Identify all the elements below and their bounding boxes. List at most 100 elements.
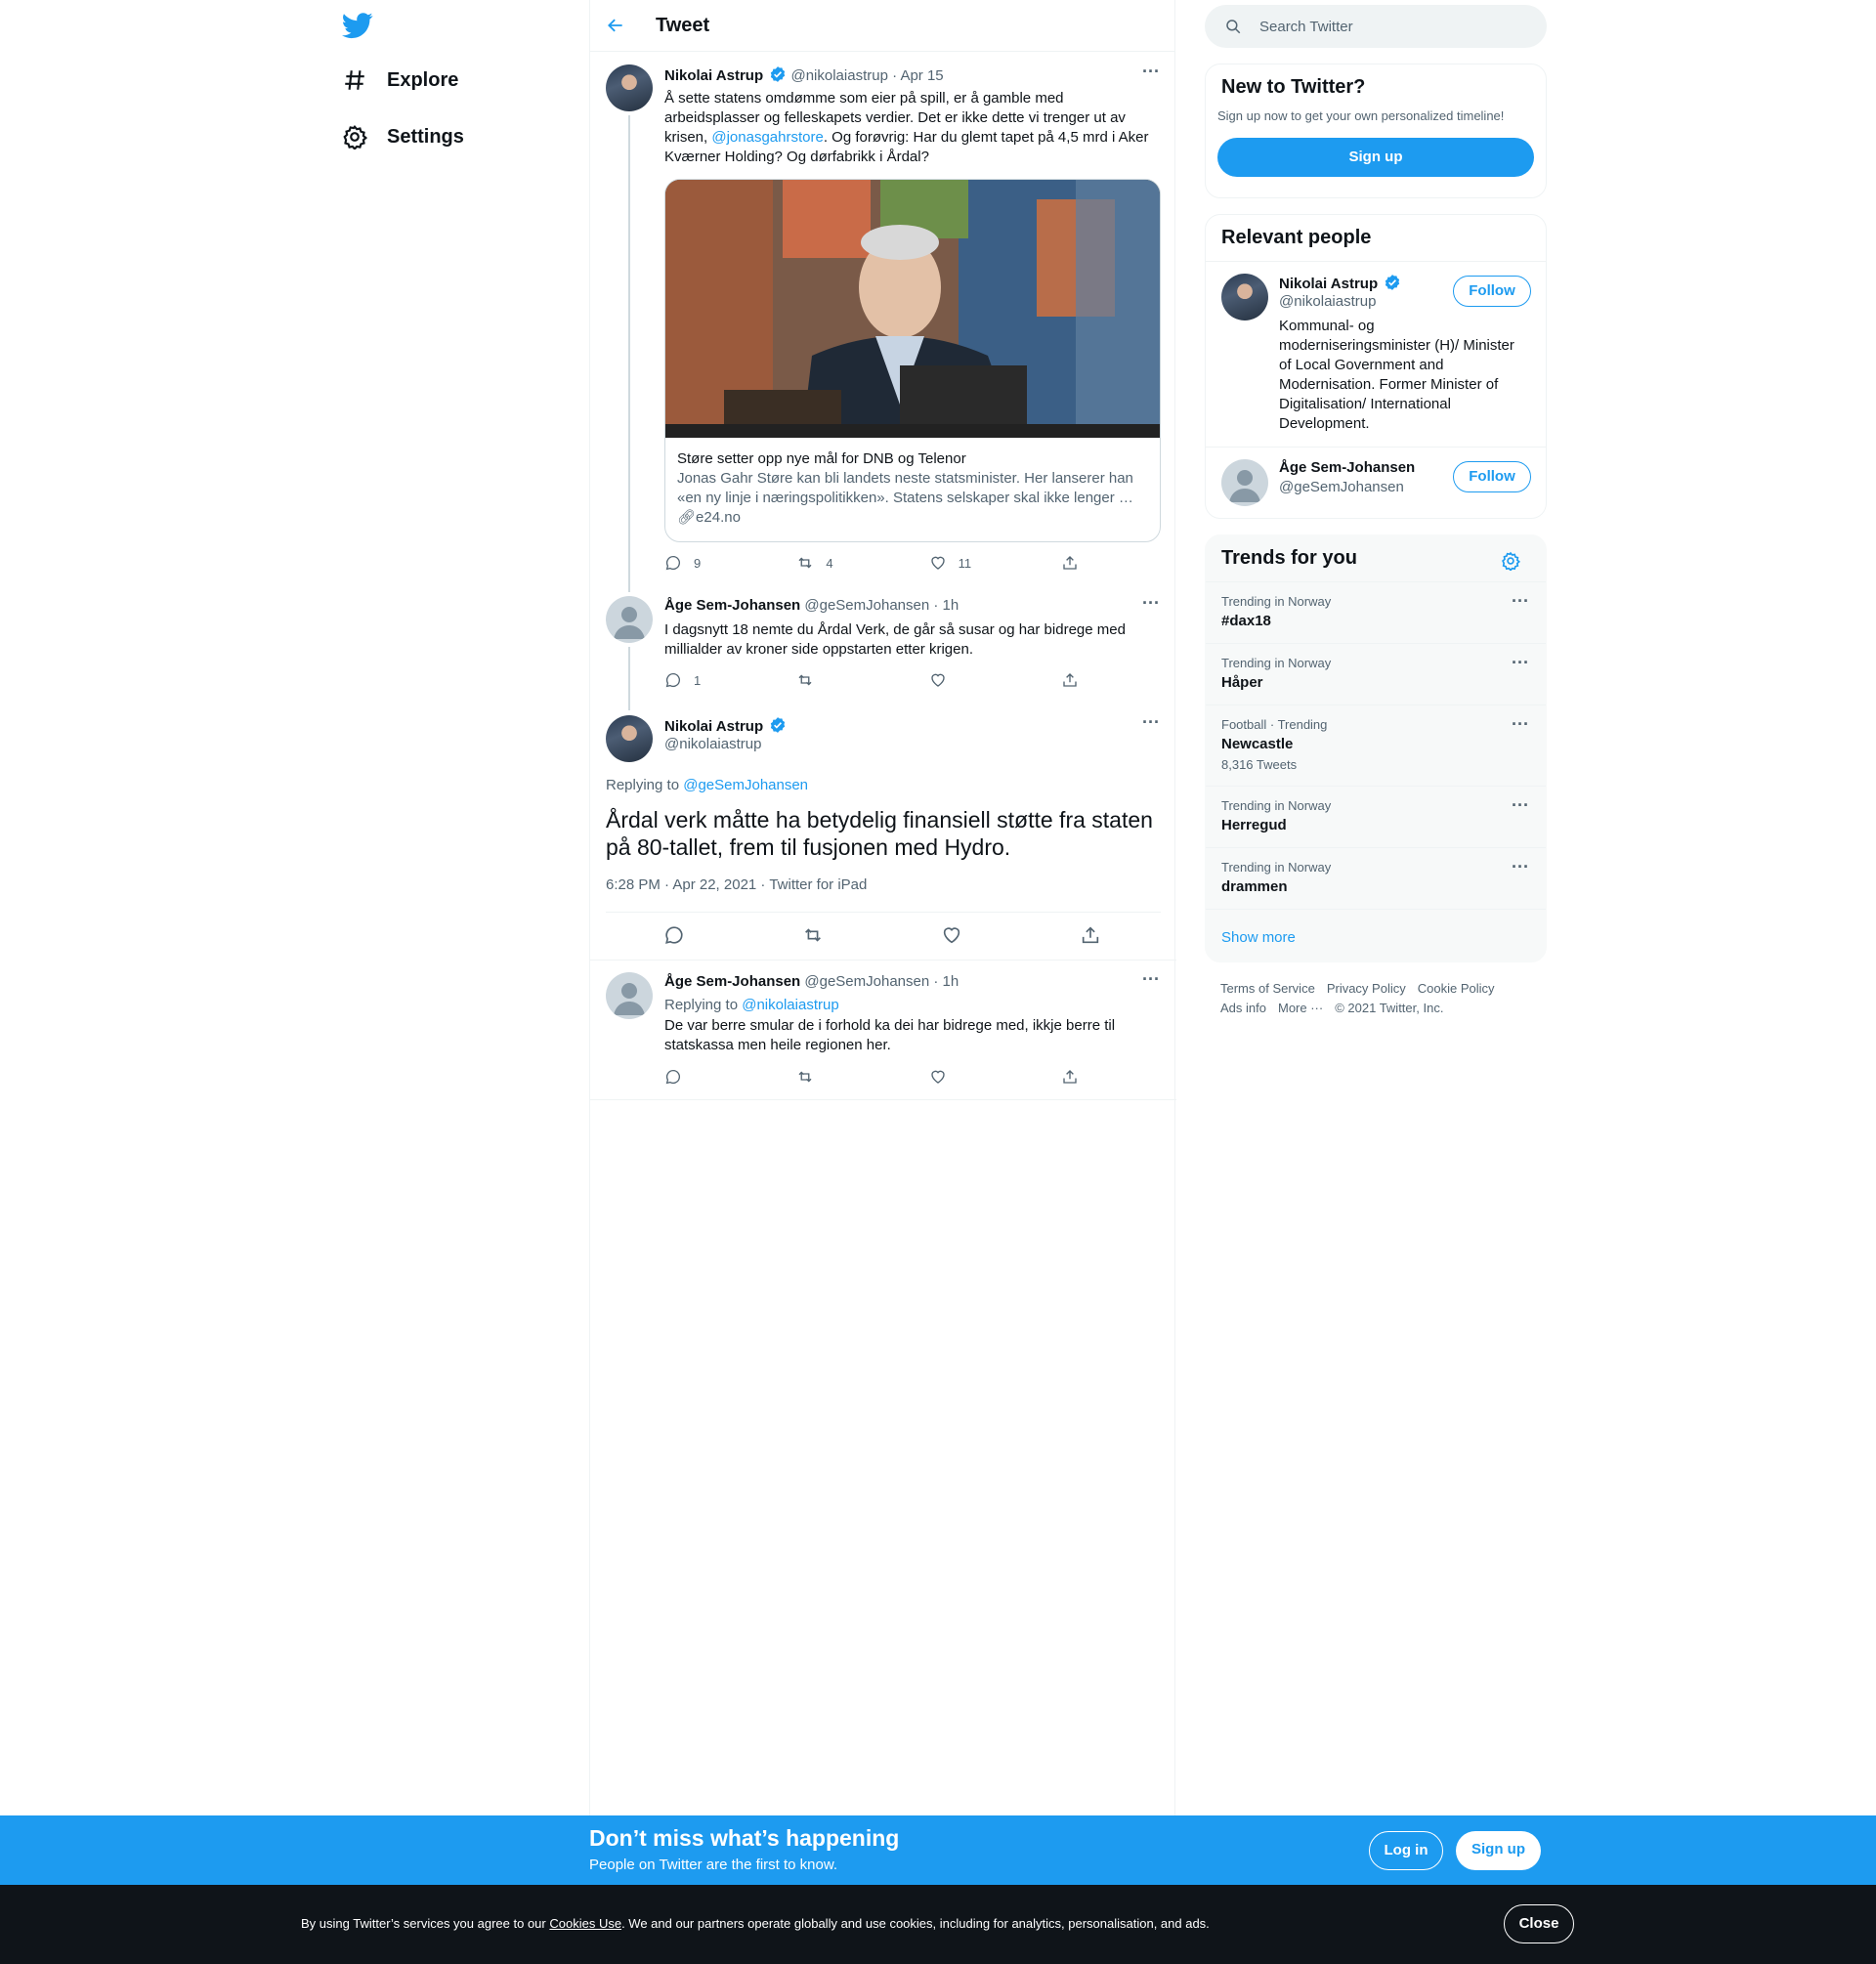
- search-icon: [1226, 20, 1241, 34]
- like-button[interactable]: 11: [929, 554, 1007, 572]
- heart-icon: [943, 927, 960, 944]
- author-handle[interactable]: @nikolaiastrup: [664, 736, 761, 752]
- author-name[interactable]: Nikolai Astrup: [664, 718, 763, 735]
- retweet-button[interactable]: [796, 671, 874, 689]
- gear-icon: [343, 124, 367, 149]
- author-name[interactable]: Åge Sem-Johansen: [664, 597, 800, 614]
- search-input[interactable]: [1259, 18, 1533, 35]
- twitter-logo-icon[interactable]: [342, 10, 373, 41]
- tweet-actions: 9 4 11: [664, 554, 1085, 572]
- reply-icon: [665, 555, 681, 571]
- trend-item[interactable]: Trending in Norway Håper ···: [1206, 643, 1546, 704]
- like-button[interactable]: [929, 671, 1007, 689]
- mention-link[interactable]: @jonasgahrstore: [711, 129, 823, 146]
- more-options-icon[interactable]: ···: [1511, 715, 1530, 738]
- person-bio: Kommunal- og moderniseringsminister (H)/…: [1279, 318, 1514, 432]
- retweet-button[interactable]: 4: [796, 554, 874, 572]
- person-item[interactable]: Nikolai Astrup @nikolaiastrup Kommunal- …: [1206, 261, 1546, 447]
- thread-tweet[interactable]: Åge Sem-Johansen @geSemJohansen · 1h ···…: [590, 583, 1176, 710]
- trend-name: drammen: [1221, 878, 1288, 895]
- thread-tweet[interactable]: Nikolai Astrup @nikolaiastrup · Apr 15 ·…: [590, 52, 1176, 592]
- tweet-header-info: Åge Sem-Johansen @geSemJohansen · 1h: [664, 597, 959, 614]
- author-name[interactable]: Åge Sem-Johansen: [664, 973, 800, 990]
- more-options-icon[interactable]: ···: [1511, 654, 1530, 676]
- more-options-icon[interactable]: ···: [1511, 796, 1530, 819]
- new-to-twitter-box: New to Twitter? Sign up now to get your …: [1205, 64, 1547, 198]
- retweet-button[interactable]: [796, 1068, 874, 1086]
- cookies-use-link[interactable]: Cookies Use: [549, 1916, 621, 1931]
- person-name[interactable]: Åge Sem-Johansen: [1279, 459, 1415, 476]
- cookie-text: By using Twitter’s services you agree to…: [301, 1916, 1210, 1931]
- reply-button[interactable]: [663, 924, 687, 946]
- more-options-icon[interactable]: ···: [1141, 63, 1161, 85]
- avatar[interactable]: [1221, 459, 1268, 506]
- avatar[interactable]: [606, 972, 653, 1019]
- follow-button[interactable]: Follow: [1453, 276, 1531, 307]
- reply-button[interactable]: 9: [664, 554, 743, 572]
- tweet-time[interactable]: · 1h: [933, 597, 959, 614]
- tweet-time[interactable]: · Apr 15: [892, 67, 944, 84]
- verified-badge-icon: [771, 66, 786, 82]
- avatar[interactable]: [1221, 274, 1268, 320]
- cookie-policy-link[interactable]: Cookie Policy: [1418, 981, 1495, 996]
- more-options-icon[interactable]: ···: [1141, 970, 1161, 993]
- more-options-icon[interactable]: ···: [1511, 592, 1530, 615]
- more-options-icon[interactable]: ···: [1511, 858, 1530, 880]
- login-button[interactable]: Log in: [1369, 1831, 1443, 1870]
- heart-icon: [930, 673, 945, 687]
- card-description: Jonas Gahr Støre kan bli landets neste s…: [677, 470, 1133, 506]
- privacy-link[interactable]: Privacy Policy: [1327, 981, 1406, 996]
- search-bar[interactable]: [1205, 5, 1547, 48]
- share-button[interactable]: [1061, 671, 1085, 689]
- author-handle[interactable]: @geSemJohansen: [804, 597, 929, 614]
- sidebar-signup-button[interactable]: Sign up: [1217, 138, 1534, 177]
- person-item[interactable]: Åge Sem-Johansen @geSemJohansen Follow: [1206, 447, 1546, 515]
- author-name[interactable]: Nikolai Astrup: [664, 67, 763, 84]
- reply-tweet[interactable]: Åge Sem-Johansen @geSemJohansen · 1h ···…: [590, 961, 1176, 1100]
- show-more-label: Show more: [1221, 929, 1296, 946]
- trend-item[interactable]: Football · Trending Newcastle 8,316 Tweets…: [1206, 704, 1546, 786]
- replying-to-link[interactable]: @nikolaiastrup: [742, 997, 838, 1013]
- share-button[interactable]: [1061, 1068, 1085, 1086]
- follow-button[interactable]: Follow: [1453, 461, 1531, 492]
- more-options-icon[interactable]: ···: [1141, 713, 1161, 736]
- person-handle[interactable]: @nikolaiastrup: [1279, 293, 1376, 310]
- like-button[interactable]: [929, 1068, 1007, 1086]
- tweet-meta[interactable]: 6:28 PM · Apr 22, 2021 · Twitter for iPa…: [606, 876, 867, 893]
- nav-settings[interactable]: Settings: [342, 117, 464, 156]
- banner-subtitle: People on Twitter are the first to know.: [589, 1857, 838, 1873]
- banner-signup-button[interactable]: Sign up: [1456, 1831, 1541, 1870]
- avatar[interactable]: [606, 596, 653, 643]
- share-button[interactable]: [1061, 554, 1085, 572]
- trend-item[interactable]: Trending in Norway Herregud ···: [1206, 786, 1546, 847]
- trend-item[interactable]: Trending in Norway drammen ···: [1206, 847, 1546, 909]
- trend-item[interactable]: Trending in Norway #dax18 ···: [1206, 581, 1546, 643]
- more-options-icon[interactable]: ···: [1141, 594, 1161, 617]
- retweet-icon: [798, 674, 812, 686]
- like-button[interactable]: [941, 924, 964, 946]
- author-handle[interactable]: @geSemJohansen: [804, 973, 929, 990]
- author-handle[interactable]: @nikolaiastrup: [790, 67, 887, 84]
- reply-button[interactable]: [664, 1068, 743, 1086]
- terms-link[interactable]: Terms of Service: [1220, 981, 1315, 996]
- avatar[interactable]: [606, 64, 653, 111]
- show-more-link[interactable]: Show more: [1206, 909, 1546, 961]
- retweet-count: 4: [826, 555, 833, 571]
- trends-settings-gear-icon[interactable]: [1501, 551, 1520, 571]
- back-arrow-icon[interactable]: [606, 16, 625, 35]
- ads-info-link[interactable]: Ads info: [1220, 1001, 1266, 1015]
- avatar[interactable]: [606, 715, 653, 762]
- person-handle[interactable]: @geSemJohansen: [1279, 479, 1404, 495]
- reply-button[interactable]: 1: [664, 671, 743, 689]
- retweet-button[interactable]: [802, 924, 826, 946]
- share-button[interactable]: [1080, 924, 1103, 946]
- tweet-time[interactable]: · 1h: [933, 973, 959, 990]
- close-button[interactable]: Close: [1504, 1904, 1574, 1943]
- replying-to-link[interactable]: @geSemJohansen: [683, 777, 808, 793]
- link-card[interactable]: Støre setter opp nye mål for DNB og Tele…: [664, 179, 1161, 542]
- more-link[interactable]: More ···: [1278, 1001, 1323, 1015]
- share-icon: [1082, 926, 1099, 944]
- reply-count: 1: [694, 672, 702, 688]
- nav-explore[interactable]: Explore: [342, 61, 458, 100]
- person-name[interactable]: Nikolai Astrup: [1279, 276, 1378, 292]
